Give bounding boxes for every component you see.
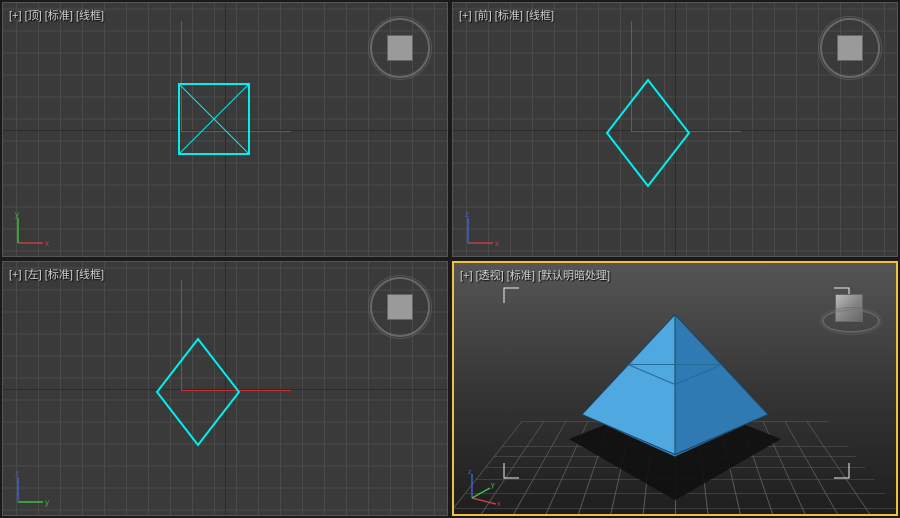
selected-object-wire[interactable] [603, 78, 693, 188]
viewport-menu-plus[interactable]: [+] [459, 10, 472, 22]
viewcube[interactable] [815, 13, 885, 83]
selected-object-shaded[interactable] [570, 306, 780, 456]
viewport-top[interactable]: [+] [顶] [标准] [线框] x y [2, 2, 448, 257]
viewport-menu-shading[interactable]: [线框] [76, 10, 104, 22]
viewcube-cube-icon [387, 294, 413, 320]
viewcube[interactable] [814, 273, 884, 343]
selected-object-wire[interactable] [153, 337, 243, 447]
svg-text:z: z [468, 469, 472, 476]
svg-text:x: x [45, 239, 49, 248]
viewport-perspective[interactable]: [+] [透视] [标准] [默认明暗处理] x y z [452, 261, 898, 516]
viewport-menu-plus[interactable]: [+] [9, 10, 22, 22]
viewport-menu-name[interactable]: [透视] [476, 270, 504, 282]
svg-text:y: y [45, 498, 49, 507]
viewport-label-top: [+] [顶] [标准] [线框] [9, 7, 104, 23]
viewport-menu-mode[interactable]: [标准] [45, 10, 73, 22]
viewport-menu-name[interactable]: [左] [25, 269, 42, 281]
viewport-label-left: [+] [左] [标准] [线框] [9, 266, 104, 282]
viewport-left[interactable]: [+] [左] [标准] [线框] y z [2, 261, 448, 516]
viewport-menu-plus[interactable]: [+] [460, 270, 473, 282]
svg-text:z: z [465, 210, 469, 219]
viewcube-cube-icon [837, 35, 863, 61]
svg-text:z: z [15, 469, 19, 478]
viewcube-cube-icon [387, 35, 413, 61]
viewport-menu-plus[interactable]: [+] [9, 269, 22, 281]
viewport-menu-shading[interactable]: [线框] [76, 269, 104, 281]
viewcube[interactable] [365, 272, 435, 342]
svg-text:y: y [491, 482, 495, 489]
viewport-menu-mode[interactable]: [标准] [45, 269, 73, 281]
svg-text:x: x [497, 501, 501, 506]
axis-tripod-icon: x y z [464, 466, 504, 506]
viewcube-ring-icon [822, 309, 880, 333]
svg-text:x: x [495, 239, 499, 248]
viewport-label-front: [+] [前] [标准] [线框] [459, 7, 554, 23]
viewport-menu-mode[interactable]: [标准] [495, 10, 523, 22]
viewport-menu-shading[interactable]: [线框] [526, 10, 554, 22]
viewport-menu-name[interactable]: [前] [475, 10, 492, 22]
viewport-front[interactable]: [+] [前] [标准] [线框] x z [452, 2, 898, 257]
viewcube[interactable] [365, 13, 435, 83]
viewport-label-perspective: [+] [透视] [标准] [默认明暗处理] [460, 267, 610, 283]
svg-text:y: y [15, 210, 19, 219]
selected-object-wire[interactable] [178, 83, 250, 155]
viewport-menu-name[interactable]: [顶] [25, 10, 42, 22]
axis-tripod-icon: x z [463, 208, 503, 248]
viewport-menu-mode[interactable]: [标准] [507, 270, 535, 282]
viewport-menu-shading[interactable]: [默认明暗处理] [538, 270, 610, 282]
viewport-grid: [+] [顶] [标准] [线框] x y [0, 0, 900, 518]
axis-tripod-icon: x y [13, 208, 53, 248]
axis-tripod-icon: y z [13, 467, 53, 507]
